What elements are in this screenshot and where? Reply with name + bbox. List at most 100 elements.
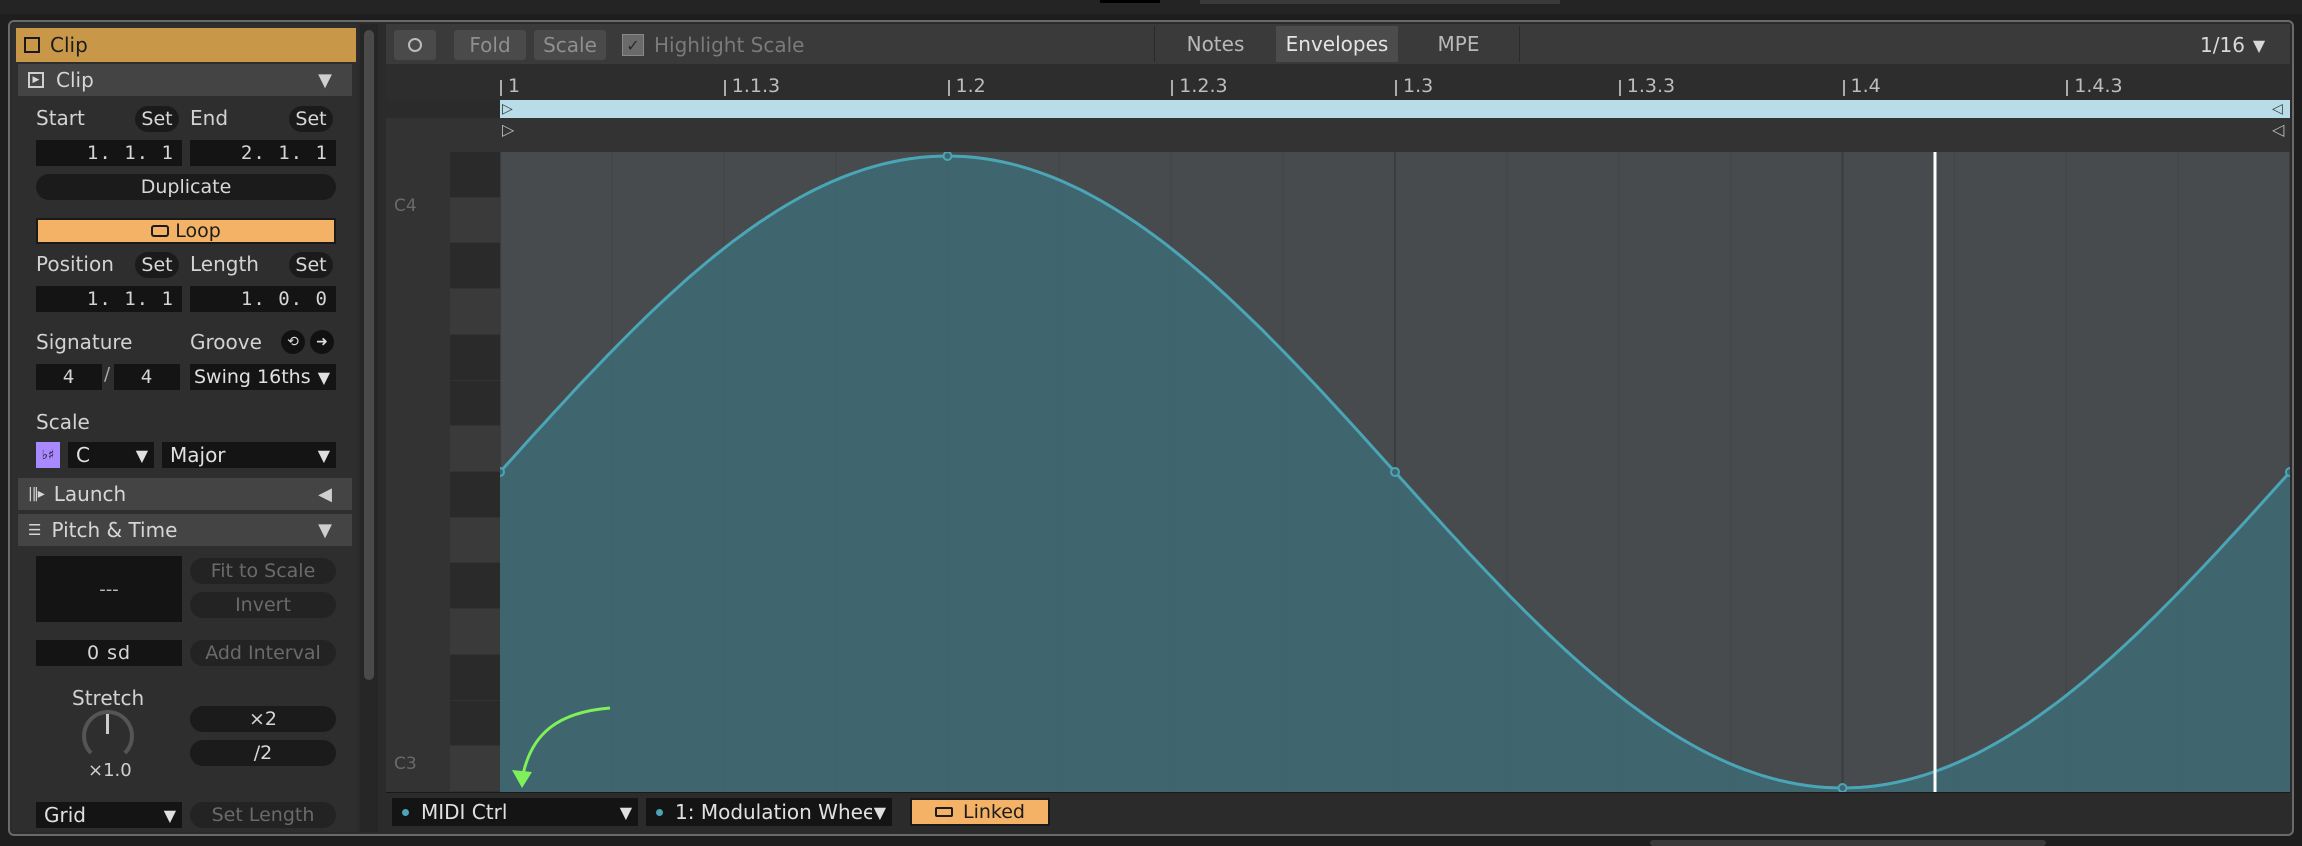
device-chooser-dropdown[interactable]: MIDI Ctrl ▼: [392, 798, 638, 826]
clip-activator-checkbox[interactable]: [24, 37, 40, 53]
signature-label: Signature: [36, 330, 133, 354]
clip-header-title: Clip: [50, 33, 88, 57]
marker-strip: [386, 118, 2290, 152]
position-value-field[interactable]: 1. 1. 1: [36, 286, 182, 312]
loop-start-marker-icon[interactable]: ▷: [502, 101, 513, 117]
scale-button[interactable]: Scale: [534, 30, 606, 60]
scale-toggle-icon[interactable]: ♭♯: [36, 442, 60, 468]
grid-dropdown[interactable]: Grid ▼: [36, 802, 182, 828]
control-chooser-dropdown[interactable]: 1: Modulation Whee ▼: [646, 798, 892, 826]
piano-key[interactable]: [450, 746, 500, 791]
signature-slash: /: [104, 364, 111, 385]
end-label: End: [190, 106, 229, 130]
half-button[interactable]: /2: [190, 740, 336, 766]
add-interval-button[interactable]: Add Interval: [190, 640, 336, 666]
top-strip-block: [1200, 0, 1560, 4]
tab-envelopes[interactable]: Envelopes: [1276, 26, 1398, 62]
panel-scrollbar-thumb[interactable]: [364, 30, 374, 680]
end-marker-icon[interactable]: ◁: [2272, 120, 2284, 139]
start-label: Start: [36, 106, 85, 130]
envelope-breakpoint[interactable]: [500, 467, 505, 477]
piano-key[interactable]: [450, 380, 500, 426]
groove-dropdown[interactable]: Swing 16ths ▼: [190, 364, 336, 390]
launch-title: Launch: [53, 482, 127, 506]
envelope-breakpoint[interactable]: [2285, 467, 2290, 477]
piano-key[interactable]: [450, 472, 500, 517]
groove-value: Swing 16ths: [194, 366, 311, 388]
pitch-time-section-header[interactable]: ☰ Pitch & Time ▼: [18, 514, 352, 546]
piano-key[interactable]: [450, 654, 500, 700]
set-length-button[interactable]: Set Length: [190, 802, 336, 828]
bottom-strip-scroll[interactable]: [1650, 840, 2046, 846]
grid-value: Grid: [44, 803, 86, 827]
fold-button[interactable]: Fold: [454, 30, 526, 60]
dropdown-arrow-icon: ▼: [2252, 35, 2266, 55]
scale-root-dropdown[interactable]: C ▼: [68, 442, 154, 468]
ruler-tick: [1171, 80, 1174, 96]
ruler-tick: [1842, 80, 1845, 96]
collapse-down-icon[interactable]: ▼: [318, 70, 332, 91]
envelope-editor[interactable]: [500, 152, 2290, 792]
double-button[interactable]: ×2: [190, 706, 336, 732]
duplicate-button[interactable]: Duplicate: [36, 174, 336, 200]
piano-key[interactable]: [450, 152, 500, 197]
scale-mode-dropdown[interactable]: Major ▼: [162, 442, 336, 468]
highlight-scale-label: Highlight Scale: [654, 33, 805, 57]
ruler-label: 1.4.3: [2074, 75, 2123, 97]
grid-resolution-dropdown[interactable]: 1/16 ▼: [2200, 30, 2284, 60]
envelope-breakpoint[interactable]: [942, 152, 953, 161]
signature-denominator-field[interactable]: 4: [114, 364, 180, 390]
invert-button[interactable]: Invert: [190, 592, 336, 618]
end-set-button[interactable]: Set: [289, 106, 333, 132]
stretch-knob[interactable]: [82, 710, 134, 762]
piano-key[interactable]: [450, 700, 500, 746]
envelope-breakpoint[interactable]: [1390, 467, 1400, 477]
transpose-field[interactable]: 0 sd: [36, 640, 182, 666]
start-set-button[interactable]: Set: [135, 106, 179, 132]
clip-header[interactable]: Clip: [16, 28, 356, 62]
dropdown-arrow-icon: ▼: [317, 445, 330, 465]
envelope-breakpoint[interactable]: [1837, 783, 1848, 792]
control-value: 1: Modulation Whee: [675, 800, 876, 824]
clip-section-header[interactable]: ▶ Clip ▼: [18, 64, 352, 96]
piano-key[interactable]: [450, 243, 500, 289]
signature-numerator-field[interactable]: 4: [36, 364, 102, 390]
piano-key[interactable]: [450, 563, 500, 609]
ruler-tick: [2066, 80, 2069, 96]
loop-bar[interactable]: [500, 100, 2290, 118]
piano-key[interactable]: [450, 517, 500, 563]
end-value-field[interactable]: 2. 1. 1: [190, 140, 336, 166]
loop-toggle[interactable]: Loop: [36, 218, 336, 244]
tab-mpe[interactable]: MPE: [1398, 26, 1520, 62]
start-marker-icon[interactable]: ▷: [502, 120, 514, 139]
launch-section-header[interactable]: |‖▸ Launch ◀: [18, 478, 352, 510]
linked-toggle[interactable]: Linked: [910, 798, 1050, 826]
launch-icon: |‖▸: [28, 486, 45, 502]
timeline-ruler[interactable]: [386, 64, 2290, 100]
grid-resolution-value: 1/16: [2200, 33, 2245, 57]
fit-to-scale-button[interactable]: Fit to Scale: [190, 558, 336, 584]
piano-key[interactable]: [450, 289, 500, 334]
search-button[interactable]: [394, 30, 436, 60]
scale-root-value: C: [76, 443, 90, 467]
collapse-left-icon[interactable]: ◀: [318, 484, 332, 505]
start-value-field[interactable]: 1. 1. 1: [36, 140, 182, 166]
collapse-down-icon[interactable]: ▼: [318, 520, 332, 541]
tab-notes[interactable]: Notes: [1154, 26, 1276, 62]
ruler-label: 1: [508, 75, 521, 97]
piano-key[interactable]: [450, 334, 500, 380]
dropdown-arrow-icon: ▼: [871, 802, 886, 822]
piano-key[interactable]: [450, 426, 500, 471]
linked-label: Linked: [963, 801, 1025, 823]
length-set-button[interactable]: Set: [289, 252, 333, 278]
link-icon: [935, 807, 953, 817]
groove-pool-icon[interactable]: ➜: [310, 330, 334, 354]
length-value-field[interactable]: 1. 0. 0: [190, 286, 336, 312]
groove-hot-swap-icon[interactable]: ⟲: [281, 330, 305, 354]
loop-end-marker-icon[interactable]: ◁: [2272, 101, 2283, 117]
position-set-button[interactable]: Set: [135, 252, 179, 278]
highlight-scale-toggle[interactable]: ✓ Highlight Scale: [622, 30, 804, 60]
piano-key[interactable]: [450, 197, 500, 243]
piano-key[interactable]: [450, 609, 500, 654]
ruler-label: 1.2.3: [1179, 75, 1228, 97]
